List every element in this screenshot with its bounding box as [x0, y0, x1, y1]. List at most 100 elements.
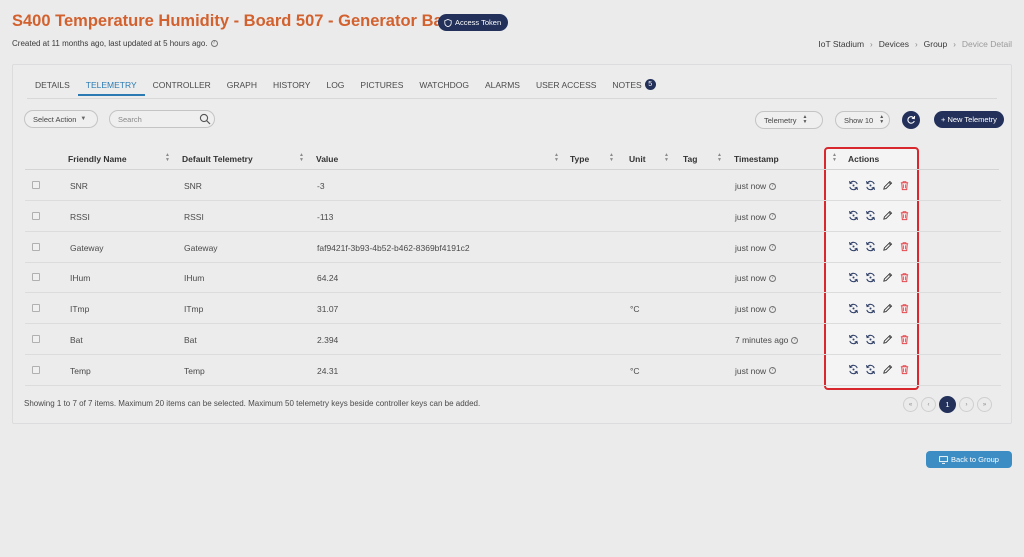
telemetry-type-select[interactable]: Telemetry ▲ ▼ [755, 111, 823, 129]
delete-icon[interactable] [898, 333, 910, 345]
sync-icon[interactable] [864, 333, 876, 345]
sort-icon[interactable]: ▲ ▼ [165, 153, 170, 163]
row-checkbox[interactable] [32, 365, 40, 374]
info-icon[interactable]: ? [791, 336, 799, 344]
sync-icon[interactable] [847, 241, 859, 253]
info-icon[interactable]: ? [769, 213, 777, 221]
col-timestamp[interactable]: Timestamp [734, 154, 779, 164]
edit-icon[interactable] [881, 333, 893, 345]
tab-pictures[interactable]: PICTURES [352, 79, 411, 96]
timestamp-text: just now [735, 365, 767, 376]
sort-icon[interactable]: ▲ ▼ [609, 153, 614, 163]
back-to-group-button[interactable]: Back to Group [926, 451, 1012, 468]
sync-icon[interactable] [847, 179, 859, 191]
info-icon[interactable]: ? [769, 244, 777, 252]
delete-icon[interactable] [898, 271, 910, 283]
access-token-button[interactable]: Access Token [438, 14, 509, 31]
page-size-select[interactable]: Show 10 ▲ ▼ [835, 111, 890, 129]
row-checkbox[interactable] [32, 335, 40, 343]
chevron-right-icon: › [953, 39, 956, 49]
edit-icon[interactable] [881, 302, 893, 314]
delete-icon[interactable] [898, 210, 910, 222]
cell-value: -3 [317, 181, 325, 191]
sync-icon[interactable] [847, 271, 859, 283]
pager-first-button[interactable]: « [903, 397, 918, 412]
row-actions [847, 271, 910, 283]
tab-notes[interactable]: NOTES 5 [604, 79, 663, 96]
col-type[interactable]: Type [570, 154, 589, 164]
info-icon[interactable]: ? [210, 40, 218, 47]
row-checkbox[interactable] [32, 304, 40, 313]
info-icon[interactable]: ? [769, 305, 777, 313]
col-value[interactable]: Value [316, 154, 338, 164]
row-divider [25, 384, 1001, 386]
sync-icon[interactable] [864, 210, 876, 222]
sync-icon[interactable] [864, 179, 876, 191]
tab-controller[interactable]: CONTROLLER [145, 79, 219, 96]
refresh-button[interactable] [902, 111, 920, 129]
sync-icon[interactable] [847, 302, 859, 314]
breadcrumb-devices[interactable]: Devices [879, 39, 909, 49]
tab-user-access[interactable]: USER ACCESS [528, 79, 604, 96]
col-actions: Actions [848, 154, 880, 164]
sync-icon[interactable] [864, 364, 876, 376]
cell-unit: °C [630, 365, 640, 376]
edit-icon[interactable] [881, 210, 893, 222]
sort-icon[interactable]: ▲ ▼ [717, 153, 722, 163]
sort-icon[interactable]: ▲ ▼ [664, 153, 669, 163]
sync-icon[interactable] [864, 241, 876, 253]
tab-alarms[interactable]: ALARMS [477, 79, 528, 96]
sync-icon[interactable] [864, 271, 876, 283]
chevron-right-icon: › [914, 39, 918, 49]
breadcrumb-iot-stadium[interactable]: IoT Stadium [818, 39, 864, 49]
new-telemetry-button[interactable]: + New Telemetry [934, 111, 1004, 128]
sort-icon[interactable]: ▲ ▼ [299, 153, 304, 163]
sync-icon[interactable] [847, 333, 859, 345]
delete-icon[interactable] [898, 302, 910, 314]
table-row: RSSI RSSI -113 just now? [13, 201, 1013, 232]
tab-history[interactable]: HISTORY [265, 79, 318, 96]
pager-page-1[interactable]: 1 [939, 396, 956, 413]
table-header: Friendly Name ▲ ▼ Default Telemetry ▲ ▼ Va… [13, 147, 1013, 169]
col-default-telemetry[interactable]: Default Telemetry [182, 154, 253, 164]
tab-log[interactable]: LOG [318, 79, 352, 96]
pager-prev-button[interactable]: ‹ [921, 397, 936, 412]
select-action-dropdown[interactable]: Select Action ▼ [24, 110, 98, 128]
pager-last-button[interactable]: » [977, 397, 992, 412]
sync-icon[interactable] [864, 302, 876, 314]
back-to-group-label: Back to Group [951, 455, 999, 464]
row-checkbox[interactable] [32, 242, 40, 251]
sort-icon[interactable]: ▲ ▼ [554, 153, 559, 163]
info-icon[interactable]: ? [769, 182, 777, 190]
row-checkbox[interactable] [32, 211, 40, 220]
info-icon[interactable]: ? [769, 367, 777, 375]
delete-icon[interactable] [898, 241, 910, 253]
tab-details[interactable]: DETAILS [27, 79, 78, 96]
row-checkbox[interactable] [32, 181, 40, 189]
search-icon[interactable] [199, 113, 211, 125]
tab-graph[interactable]: GRAPH [219, 79, 265, 96]
shield-icon [444, 18, 452, 27]
pager-next-button[interactable]: › [959, 397, 974, 412]
col-friendly-name[interactable]: Friendly Name [68, 154, 127, 164]
edit-icon[interactable] [881, 271, 893, 283]
edit-icon[interactable] [881, 241, 893, 253]
sort-icon[interactable]: ▲ ▼ [832, 153, 837, 163]
row-actions [847, 210, 910, 222]
cell-friendly-name: ITmp [70, 304, 90, 315]
col-tag[interactable]: Tag [683, 154, 697, 164]
info-icon[interactable]: ? [769, 274, 777, 282]
sync-icon[interactable] [847, 364, 859, 376]
tab-watchdog[interactable]: WATCHDOG [411, 79, 477, 96]
delete-icon[interactable] [898, 179, 910, 191]
row-checkbox[interactable] [32, 273, 40, 282]
cell-timestamp: 7 minutes ago? [735, 335, 799, 345]
sync-icon[interactable] [847, 210, 859, 222]
col-unit[interactable]: Unit [629, 154, 646, 164]
edit-icon[interactable] [881, 179, 893, 191]
edit-icon[interactable] [881, 364, 893, 376]
breadcrumb-group[interactable]: Group [924, 39, 948, 49]
delete-icon[interactable] [898, 364, 910, 376]
tab-telemetry[interactable]: TELEMETRY [77, 79, 145, 96]
cell-timestamp: just now? [735, 304, 777, 314]
